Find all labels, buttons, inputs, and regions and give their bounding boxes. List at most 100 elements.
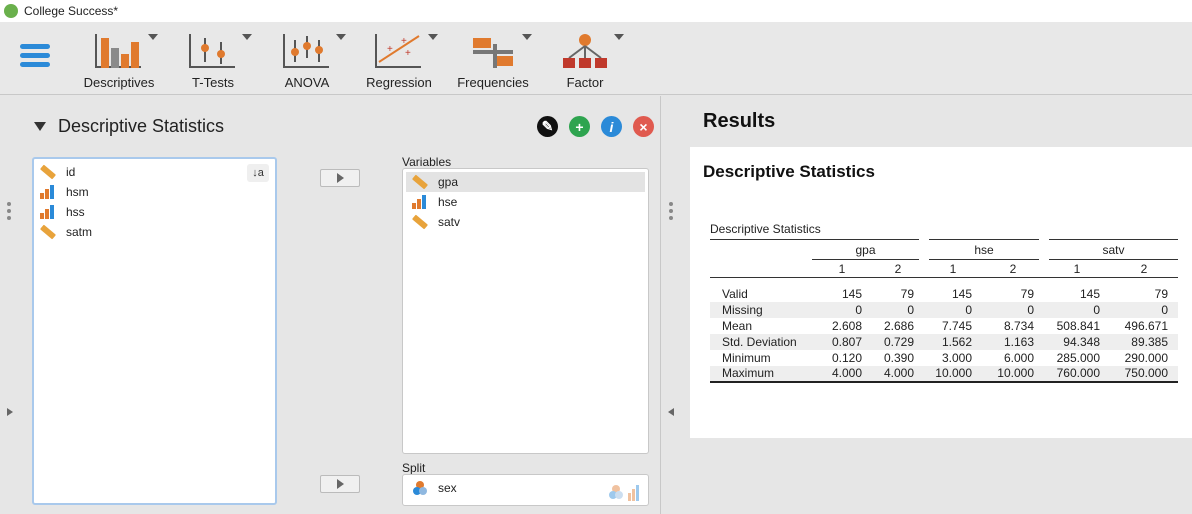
- table-cell: 3.000: [941, 350, 972, 365]
- variables-target-list[interactable]: gpa hse satv: [402, 168, 649, 454]
- factor-label: Factor: [566, 75, 604, 90]
- title-bar: College Success*: [0, 0, 1192, 22]
- group-header: gpa: [812, 239, 924, 260]
- table-cell: 0: [924, 301, 982, 318]
- table-row: Missing 0 0 0 0 0 0: [710, 301, 1178, 318]
- dropdown-arrow-icon[interactable]: [522, 34, 532, 40]
- dropdown-arrow-icon[interactable]: [428, 34, 438, 40]
- variable-item-gpa[interactable]: gpa: [406, 172, 645, 192]
- analysis-title: Descriptive Statistics: [58, 116, 225, 136]
- frequencies-icon: [469, 32, 517, 68]
- permitted-types-icon: [608, 483, 642, 501]
- edit-icon[interactable]: ✎: [537, 116, 558, 137]
- table-caption: Descriptive Statistics: [710, 222, 821, 236]
- ribbon-toolbar: Descriptives T-Tests ANOVA + + + Regress…: [0, 22, 1192, 95]
- svg-text:+: +: [401, 36, 407, 47]
- results-content: Descriptive Statistics Descriptive Stati…: [690, 147, 1192, 438]
- descriptives-button[interactable]: Descriptives: [76, 28, 162, 90]
- t-tests-icon: [189, 32, 237, 68]
- split-target-list[interactable]: sex: [402, 474, 649, 506]
- continuous-icon: [39, 224, 57, 240]
- table-cell: 0.729: [872, 333, 924, 350]
- continuous-icon: [39, 164, 57, 180]
- table-cell: 508.841: [1056, 318, 1100, 333]
- subgroup-header: 2: [1110, 259, 1178, 278]
- variable-name: satv: [438, 215, 461, 229]
- table-cell: 750.000: [1110, 365, 1178, 383]
- table-row: Minimum 0.120 0.390 3.000 6.000 285.000 290.00…: [710, 350, 1178, 366]
- table-cell: 89.385: [1110, 333, 1178, 350]
- dropdown-arrow-icon[interactable]: [242, 34, 252, 40]
- subgroup-header: 1: [924, 259, 982, 278]
- table-row: Std. Deviation 0.807 0.729 1.562 1.163 94.348…: [710, 333, 1178, 350]
- frequencies-button[interactable]: Frequencies: [450, 28, 536, 90]
- panel-resize-handle[interactable]: [669, 202, 674, 223]
- variable-item-satv[interactable]: satv: [406, 212, 645, 232]
- nominal-icon: [412, 481, 428, 495]
- row-label: Std. Deviation: [710, 333, 812, 350]
- analysis-options-panel: Descriptive Statistics ✎ + i × ↓a id hsm…: [20, 96, 661, 514]
- t-tests-button[interactable]: T-Tests: [170, 28, 256, 90]
- anova-button[interactable]: ANOVA: [264, 28, 350, 90]
- factor-icon: [561, 32, 609, 68]
- table-cell: 8.734: [1003, 318, 1034, 333]
- svg-text:+: +: [387, 44, 393, 55]
- table-cell: 4.000: [812, 365, 872, 383]
- svg-text:+: +: [405, 48, 411, 59]
- analysis-header[interactable]: Descriptive Statistics: [34, 116, 224, 137]
- split-label: Split: [402, 461, 426, 475]
- variable-item-hsm[interactable]: hsm: [34, 182, 275, 202]
- expand-data-arrow-icon[interactable]: [7, 408, 13, 416]
- sort-icon[interactable]: ↓a: [247, 164, 269, 182]
- available-variables-list[interactable]: ↓a id hsm hss satm: [32, 157, 277, 505]
- dropdown-arrow-icon[interactable]: [148, 34, 158, 40]
- continuous-icon: [411, 174, 429, 190]
- panel-resize-handle[interactable]: [7, 202, 12, 223]
- results-panel: Results Descriptive Statistics Descripti…: [682, 96, 1192, 514]
- move-to-split-button[interactable]: [320, 475, 360, 493]
- table-row: Valid 145 79 145 79 145 79: [710, 286, 1178, 302]
- row-label: Mean: [722, 318, 753, 333]
- table-cell: 0: [982, 301, 1044, 318]
- info-icon[interactable]: i: [601, 116, 622, 137]
- table-cell: 0.390: [883, 350, 914, 365]
- add-icon[interactable]: +: [569, 116, 590, 137]
- row-label: Missing: [710, 301, 812, 318]
- splitter: [661, 96, 682, 514]
- factor-button[interactable]: Factor: [542, 28, 628, 90]
- table-cell: 1.562: [924, 333, 982, 350]
- regression-button[interactable]: + + + Regression: [356, 28, 442, 90]
- descriptives-table[interactable]: gpa hse satv 1 2 1 2 1 2 Valid 145 79 145 79…: [710, 239, 1178, 383]
- variable-item-hss[interactable]: hss: [34, 202, 275, 222]
- regression-label: Regression: [366, 75, 432, 90]
- row-label: Minimum: [722, 350, 771, 365]
- remove-icon[interactable]: ×: [633, 116, 654, 137]
- collapse-triangle-icon[interactable]: [34, 122, 46, 131]
- dropdown-arrow-icon[interactable]: [614, 34, 624, 40]
- dropdown-arrow-icon[interactable]: [336, 34, 346, 40]
- frequencies-label: Frequencies: [457, 75, 529, 90]
- variable-item-satm[interactable]: satm: [34, 222, 275, 242]
- table-cell: 0: [812, 301, 872, 318]
- results-heading: Results: [703, 110, 776, 132]
- main-menu-icon[interactable]: [20, 44, 50, 70]
- table-cell: 496.671: [1124, 318, 1168, 333]
- subgroup-header: 2: [982, 259, 1044, 278]
- row-label: Valid: [722, 286, 748, 301]
- table-cell: 4.000: [872, 365, 924, 383]
- table-cell: 79: [1154, 286, 1168, 301]
- table-cell: 10.000: [982, 365, 1044, 383]
- table-cell: 145: [951, 286, 972, 301]
- variable-item-hse[interactable]: hse: [406, 192, 645, 212]
- variable-name: id: [66, 165, 76, 179]
- subgroup-header: 1: [812, 259, 872, 278]
- move-to-variables-button[interactable]: [320, 169, 360, 187]
- variable-item-id[interactable]: id: [34, 162, 275, 182]
- collapse-results-arrow-icon[interactable]: [668, 408, 674, 416]
- table-cell: 7.745: [941, 318, 972, 333]
- table-cell: 10.000: [924, 365, 982, 383]
- variable-name: hse: [438, 195, 458, 209]
- table-cell: 0: [872, 301, 924, 318]
- descriptives-label: Descriptives: [83, 75, 155, 90]
- results-section-title[interactable]: Descriptive Statistics: [703, 162, 875, 182]
